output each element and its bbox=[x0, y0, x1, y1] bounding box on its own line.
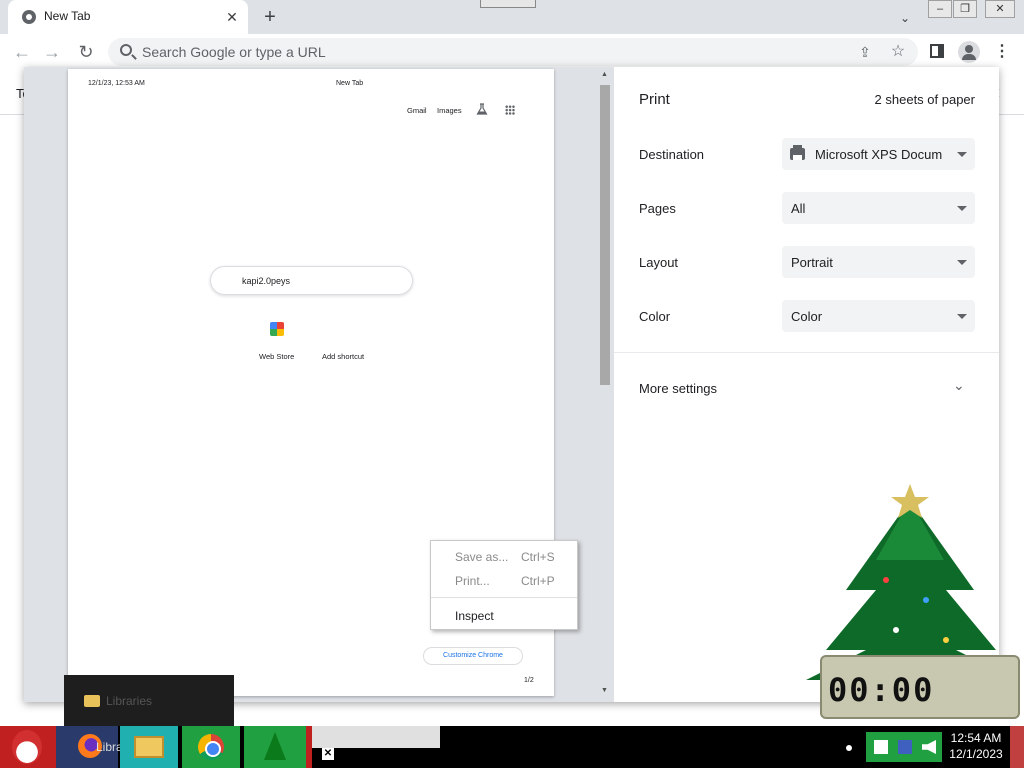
taskbar-item-explorer[interactable] bbox=[120, 726, 178, 768]
volume-icon[interactable] bbox=[922, 740, 936, 754]
scroll-up-arrow-icon[interactable]: ▲ bbox=[601, 71, 608, 78]
back-arrow-icon[interactable]: ← bbox=[10, 40, 34, 64]
menu-item-save-as[interactable]: Save as... bbox=[455, 550, 508, 564]
tab-strip: New Tab ✕ + ⌄ – ❐ ✕ bbox=[0, 0, 1024, 34]
tab-new-tab[interactable]: New Tab ✕ bbox=[8, 0, 248, 34]
color-value: Color bbox=[791, 309, 823, 324]
shortcut-label-web-store: Web Store bbox=[259, 352, 295, 361]
taskbar-item-chrome[interactable] bbox=[182, 726, 240, 768]
clock-time: 12:54 AM bbox=[950, 731, 1002, 745]
forward-arrow-icon[interactable]: → bbox=[40, 40, 64, 64]
scroll-down-arrow-icon[interactable]: ▼ bbox=[601, 687, 608, 694]
omnibox-input[interactable] bbox=[142, 43, 832, 61]
taskbar-clock[interactable]: 12:54 AM 12/1/2023 bbox=[946, 730, 1006, 762]
search-icon bbox=[120, 44, 132, 56]
context-menu: Save as... Ctrl+S Print... Ctrl+P Inspec… bbox=[430, 540, 578, 630]
preview-search-box: kapi2.0peys bbox=[210, 266, 413, 295]
dropdown-arrow-icon bbox=[957, 260, 967, 265]
tab-close-icon[interactable]: ✕ bbox=[222, 7, 242, 27]
omnibox[interactable] bbox=[108, 38, 918, 66]
browser-toolbar: ← → ↻ ⇪ ☆ ⋮ bbox=[0, 34, 1024, 70]
shortcut-label-add: Add shortcut bbox=[322, 352, 365, 361]
menu-item-print[interactable]: Print... bbox=[455, 574, 490, 588]
preview-header-date: 12/1/23, 12:53 AM bbox=[88, 80, 145, 87]
destination-select[interactable]: Microsoft XPS Docum bbox=[782, 138, 975, 170]
window-handle bbox=[480, 0, 536, 8]
layout-select[interactable]: Portrait bbox=[782, 246, 975, 278]
kebab-menu-icon[interactable]: ⋮ bbox=[994, 42, 1010, 62]
libraries-label: Libraries bbox=[106, 694, 153, 708]
dropdown-arrow-icon bbox=[957, 314, 967, 319]
clock-date: 12/1/2023 bbox=[949, 747, 1003, 761]
destination-label: Destination bbox=[639, 147, 705, 162]
layout-label: Layout bbox=[639, 255, 679, 270]
preview-images-link: Images bbox=[437, 106, 462, 115]
menu-shortcut-print: Ctrl+P bbox=[521, 574, 555, 588]
preview-customize-button: Customize Chrome bbox=[423, 647, 523, 665]
bookmark-star-icon[interactable]: ☆ bbox=[888, 42, 908, 62]
window-minimize-button[interactable]: – bbox=[928, 0, 952, 18]
sheet-count: 2 sheets of paper bbox=[874, 92, 975, 107]
side-panel-icon[interactable] bbox=[930, 44, 944, 58]
preview-gmail-link: Gmail bbox=[407, 106, 427, 115]
pages-select[interactable]: All bbox=[782, 192, 975, 224]
menu-divider bbox=[431, 597, 577, 598]
chevron-down-icon[interactable]: ⌄ bbox=[953, 377, 965, 394]
labs-flask-icon bbox=[476, 103, 488, 115]
folder-icon bbox=[84, 695, 100, 707]
share-icon[interactable]: ⇪ bbox=[856, 43, 874, 61]
preview-header-title: New Tab bbox=[336, 80, 364, 87]
taskbar-close-icon[interactable]: ✕ bbox=[322, 748, 334, 760]
preview-page-number: 1/2 bbox=[524, 677, 534, 684]
more-settings-toggle[interactable]: More settings bbox=[639, 381, 717, 396]
window-close-button[interactable]: ✕ bbox=[985, 0, 1015, 18]
chrome-icon bbox=[198, 734, 224, 760]
preview-search-text: kapi2.0peys bbox=[242, 276, 291, 286]
show-desktop-button[interactable] bbox=[1010, 726, 1024, 768]
print-title: Print bbox=[639, 91, 670, 108]
desktop-clock-digits: 00:00 bbox=[828, 671, 935, 709]
menu-item-inspect[interactable]: Inspect bbox=[455, 609, 494, 623]
desktop-clock-widget: 00:00 bbox=[820, 655, 1020, 719]
scrollbar-thumb[interactable] bbox=[600, 85, 610, 385]
color-select[interactable]: Color bbox=[782, 300, 975, 332]
apps-grid-icon bbox=[505, 105, 515, 115]
profile-avatar-icon[interactable] bbox=[958, 41, 980, 63]
tab-title: New Tab bbox=[44, 9, 91, 23]
action-center-flag-icon[interactable] bbox=[874, 740, 888, 754]
divider bbox=[614, 352, 999, 353]
menu-shortcut-save-as: Ctrl+S bbox=[521, 550, 555, 564]
taskbar: Libra ✕ 12:54 AM 12/1/2023 bbox=[0, 726, 1024, 768]
christmas-tree-icon bbox=[264, 732, 286, 760]
chrome-favicon-icon bbox=[22, 10, 36, 24]
explorer-folder-icon bbox=[134, 736, 164, 758]
pages-value: All bbox=[791, 201, 806, 216]
dropdown-arrow-icon bbox=[957, 206, 967, 211]
network-icon[interactable] bbox=[898, 740, 912, 754]
libraries-popup[interactable]: Libraries bbox=[64, 675, 234, 727]
reload-icon[interactable]: ↻ bbox=[74, 40, 98, 64]
taskbar-item-christmas-tree[interactable] bbox=[244, 726, 306, 768]
printer-icon bbox=[790, 145, 805, 160]
window-restore-button[interactable]: ❐ bbox=[953, 0, 977, 18]
tray-dot-icon bbox=[846, 745, 852, 751]
taskbar-item-firefox[interactable]: Libra bbox=[56, 726, 123, 768]
color-label: Color bbox=[639, 309, 671, 324]
taskbar-blank-window[interactable] bbox=[312, 726, 440, 748]
pages-label: Pages bbox=[639, 201, 676, 216]
tab-search-icon[interactable]: ⌄ bbox=[894, 7, 916, 29]
system-tray bbox=[866, 732, 942, 762]
layout-value: Portrait bbox=[791, 255, 833, 270]
start-button[interactable] bbox=[0, 726, 56, 768]
new-tab-button[interactable]: + bbox=[258, 5, 282, 29]
taskbar-libraries-text: Libra bbox=[96, 740, 123, 754]
web-store-icon bbox=[270, 322, 284, 336]
preview-scrollbar[interactable]: ▲ ▼ bbox=[598, 69, 612, 699]
dropdown-arrow-icon bbox=[957, 152, 967, 157]
destination-value: Microsoft XPS Docum bbox=[815, 147, 943, 162]
santa-start-icon bbox=[12, 730, 42, 764]
